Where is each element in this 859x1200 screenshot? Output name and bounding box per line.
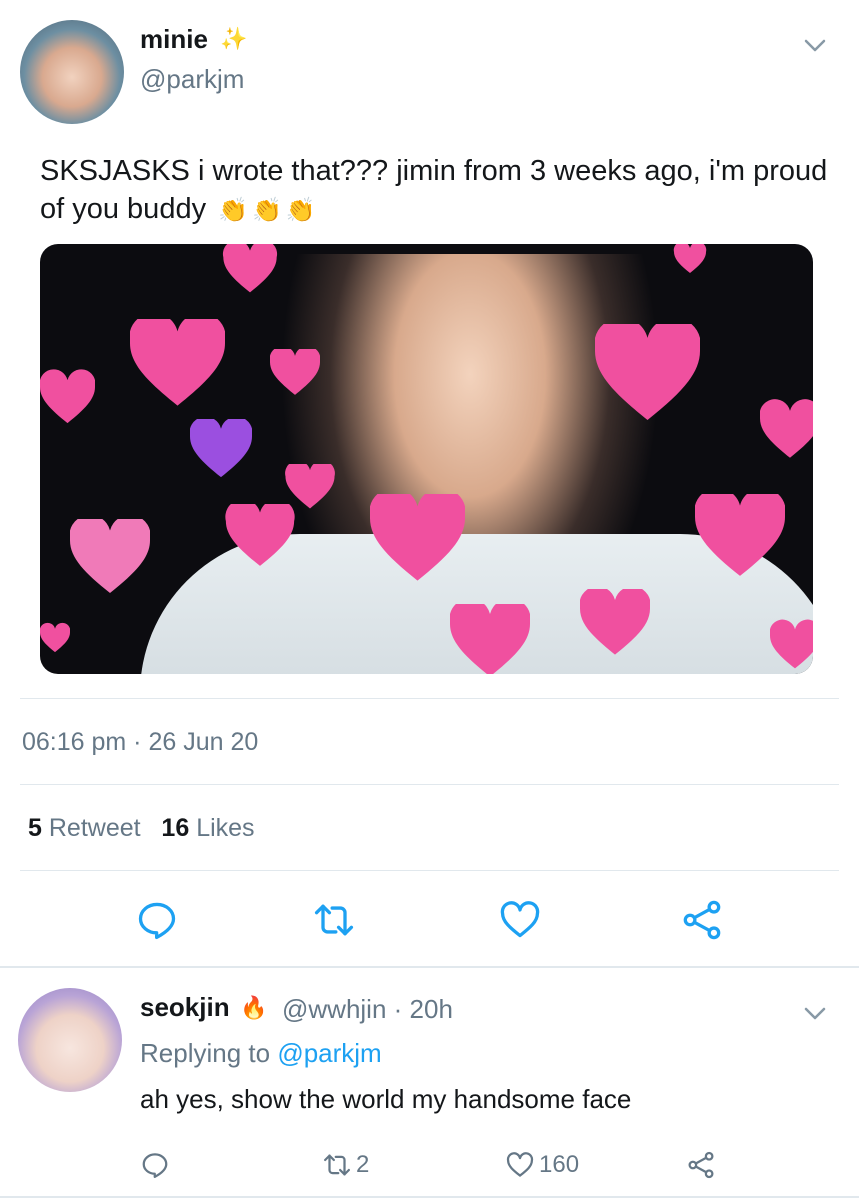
heart-icon (760, 399, 813, 458)
chevron-down-icon[interactable] (802, 1000, 828, 1026)
reply-time: · 20h (393, 994, 453, 1024)
heart-icon (40, 369, 95, 424)
retweet-count[interactable]: 5 (28, 814, 42, 842)
reply-retweet-count: 2 (356, 1151, 370, 1178)
like-icon (506, 1152, 534, 1177)
share-icon (683, 900, 721, 940)
heart-icon (580, 589, 650, 655)
author-handle[interactable]: @parkjm (140, 64, 244, 95)
tweet-media-image[interactable] (40, 244, 813, 674)
reply-like-button[interactable]: 160 (505, 1148, 579, 1182)
retweet-icon (324, 1154, 350, 1176)
heart-icon (770, 619, 813, 669)
replying-to-link[interactable]: @parkjm (277, 1038, 381, 1068)
like-label[interactable]: Likes (196, 814, 254, 842)
heart-icon (70, 519, 150, 593)
tweet-timestamp[interactable]: 06:16 pm · 26 Jun 20 (22, 728, 258, 757)
reply-button[interactable] (135, 898, 179, 942)
reply-author-name[interactable]: seokjin (140, 992, 230, 1023)
reply-retweet-button[interactable]: 2 (322, 1148, 369, 1182)
reply-share-button[interactable] (686, 1148, 716, 1182)
retweet-label[interactable]: Retweet (49, 814, 141, 842)
avatar[interactable] (20, 20, 124, 124)
replying-prefix: Replying to (140, 1038, 271, 1068)
heart-icon (40, 622, 70, 653)
sparkle-icon: ✨ (220, 26, 248, 51)
heart-icon (695, 494, 785, 576)
share-icon (688, 1151, 714, 1179)
tweet-stats: 5 Retweet 16 Likes (28, 814, 255, 843)
clap-emoji-icon: 👏 (285, 197, 316, 224)
like-icon (500, 901, 540, 938)
heart-icon (222, 244, 278, 293)
heart-icon (450, 604, 530, 674)
clap-emoji-icon: 👏 (218, 197, 249, 224)
tweet-text-body: SKSJASKS i wrote that??? jimin from 3 we… (40, 155, 828, 225)
reply-text: ah yes, show the world my handsome face (140, 1084, 632, 1114)
reply-reply-button[interactable] (140, 1148, 174, 1182)
retweet-button[interactable] (312, 898, 356, 942)
heart-icon (190, 419, 252, 478)
avatar[interactable] (18, 988, 122, 1092)
retweet-icon (314, 904, 354, 936)
like-button[interactable] (498, 898, 542, 942)
divider (20, 698, 839, 699)
reply-icon (138, 902, 176, 940)
divider (20, 870, 839, 871)
reply-handle-text[interactable]: @wwhjin (282, 994, 386, 1024)
replying-to: Replying to @parkjm (140, 1038, 382, 1069)
tweet-text: SKSJASKS i wrote that??? jimin from 3 we… (40, 152, 830, 230)
share-button[interactable] (680, 898, 724, 942)
heart-icon (370, 494, 465, 581)
clap-emoji-icon: 👏 (252, 197, 282, 224)
fire-icon: 🔥 (240, 995, 268, 1020)
author-name[interactable]: minie (140, 24, 208, 55)
heart-icon (225, 504, 295, 566)
heart-icon (270, 349, 320, 395)
chevron-down-icon[interactable] (802, 32, 828, 58)
divider (0, 966, 859, 968)
heart-icon (673, 244, 707, 273)
reply-icon (142, 1153, 168, 1178)
reply-like-count: 160 (539, 1151, 580, 1178)
like-count[interactable]: 16 (161, 814, 189, 842)
heart-icon (130, 319, 225, 406)
divider (0, 1196, 859, 1198)
heart-icon (595, 324, 700, 420)
reply-author-handle[interactable]: @wwhjin · 20h (282, 994, 453, 1025)
main-tweet: minie ✨ @parkjm SKSJASKS i wrote that???… (0, 0, 859, 968)
divider (20, 784, 839, 785)
